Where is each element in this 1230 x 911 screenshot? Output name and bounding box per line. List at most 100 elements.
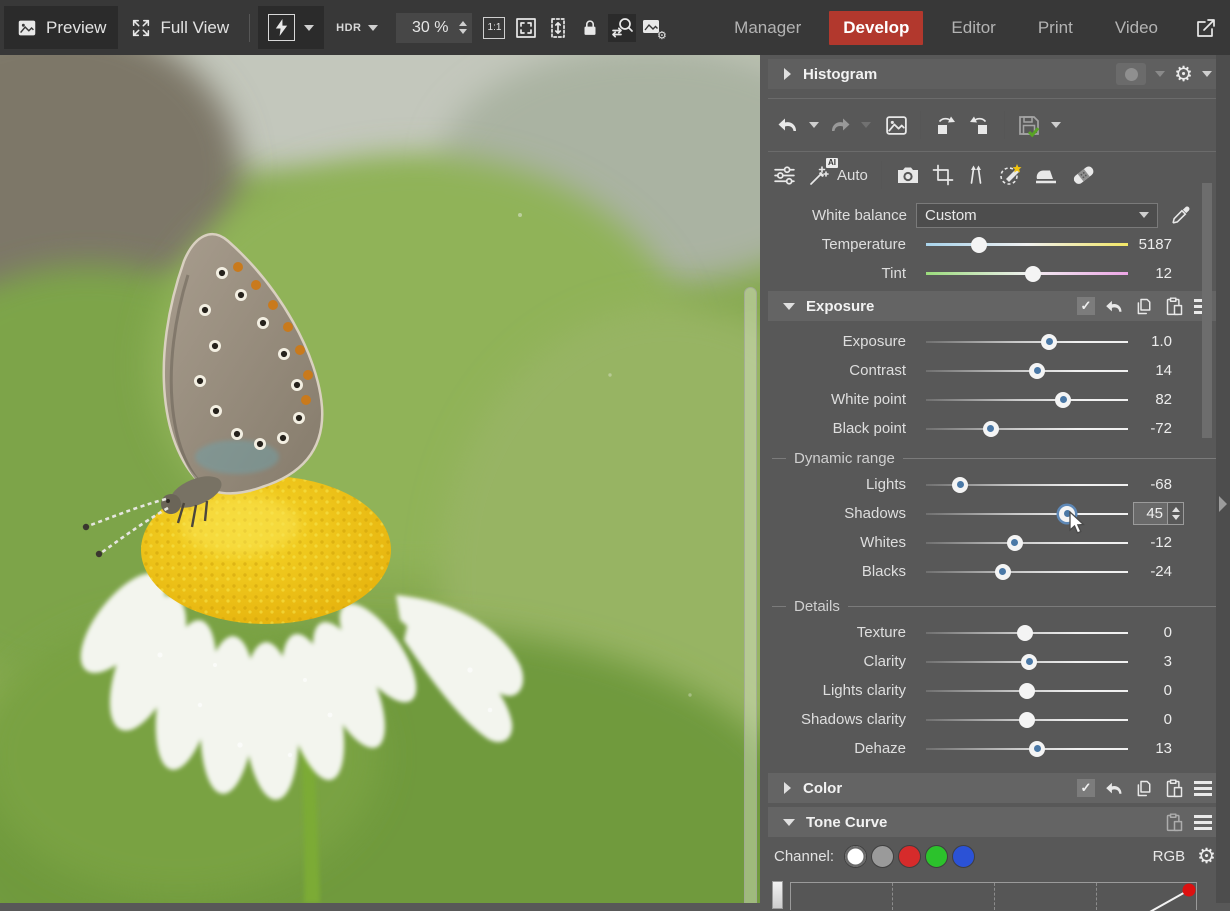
curve-plot[interactable] bbox=[790, 882, 1197, 910]
tone-curve-paste-icon[interactable] bbox=[1164, 812, 1185, 833]
shadows-value-spinbox[interactable]: 45 bbox=[1133, 502, 1184, 525]
panel-scrollbar[interactable] bbox=[1202, 183, 1212, 438]
ai-auto-enhance-button[interactable]: AI bbox=[807, 163, 831, 187]
color-paste-icon[interactable] bbox=[1164, 778, 1185, 799]
slider-track[interactable] bbox=[926, 683, 1128, 699]
slider-track[interactable] bbox=[926, 741, 1128, 757]
undo-button[interactable] bbox=[776, 113, 800, 137]
white-balance-dropdown[interactable]: Custom bbox=[916, 203, 1158, 228]
filter-brush-tool-icon[interactable] bbox=[997, 162, 1023, 188]
preview-settings-icon[interactable]: ⚙ bbox=[640, 14, 668, 42]
panel-collapse-rail[interactable] bbox=[1216, 55, 1230, 903]
overlay-caret-icon[interactable] bbox=[1155, 71, 1165, 77]
preview-button[interactable]: Preview bbox=[4, 6, 118, 49]
tone-curve-gear-icon[interactable]: ⚙ bbox=[1197, 846, 1216, 867]
exposure-enabled-checkbox[interactable]: ✓ bbox=[1077, 297, 1095, 315]
redo-button[interactable] bbox=[828, 113, 852, 137]
adjustments-tool-icon[interactable] bbox=[772, 163, 797, 188]
fit-height-button[interactable] bbox=[544, 14, 572, 42]
quick-edits-button[interactable] bbox=[258, 6, 324, 49]
undo-caret-icon[interactable] bbox=[809, 122, 819, 128]
slider-thumb[interactable] bbox=[1041, 334, 1057, 350]
slider-thumb[interactable] bbox=[971, 237, 987, 253]
zoom-level-control[interactable]: 30 % bbox=[396, 13, 472, 43]
channel-gray-button[interactable] bbox=[871, 845, 894, 868]
module-tab-develop[interactable]: Develop bbox=[829, 11, 923, 45]
color-copy-icon[interactable] bbox=[1134, 778, 1155, 799]
module-tab-editor[interactable]: Editor bbox=[937, 11, 1009, 45]
slider-thumb[interactable] bbox=[1029, 741, 1045, 757]
slider-track[interactable] bbox=[926, 535, 1128, 551]
slider-track[interactable] bbox=[926, 266, 1128, 282]
histogram-gear-icon[interactable]: ⚙ bbox=[1174, 64, 1193, 85]
slider-thumb[interactable] bbox=[1019, 712, 1035, 728]
slider-track[interactable] bbox=[926, 506, 1128, 522]
slider-thumb[interactable] bbox=[1025, 266, 1041, 282]
slider-thumb[interactable] bbox=[1017, 625, 1033, 641]
channel-red-button[interactable] bbox=[898, 845, 921, 868]
original-image-button[interactable] bbox=[884, 113, 909, 138]
slider-thumb[interactable] bbox=[1055, 392, 1071, 408]
slider-thumb[interactable] bbox=[995, 564, 1011, 580]
save-button[interactable] bbox=[1016, 112, 1042, 138]
color-reset-icon[interactable] bbox=[1104, 778, 1125, 799]
straighten-tool-icon[interactable] bbox=[965, 163, 987, 187]
slider-thumb[interactable] bbox=[983, 421, 999, 437]
lock-icon[interactable] bbox=[576, 14, 604, 42]
full-view-button[interactable]: Full View bbox=[118, 6, 241, 49]
rotate-right-button[interactable] bbox=[967, 112, 993, 138]
tone-curve-menu-icon[interactable] bbox=[1194, 815, 1212, 830]
slider-thumb[interactable] bbox=[1007, 535, 1023, 551]
redo-caret-icon[interactable] bbox=[861, 122, 871, 128]
overlay-circle-button[interactable] bbox=[1116, 63, 1146, 85]
exposure-paste-icon[interactable] bbox=[1164, 296, 1185, 317]
slider-track[interactable] bbox=[926, 477, 1128, 493]
slider-thumb[interactable] bbox=[1019, 683, 1035, 699]
color-section-header[interactable]: Color ✓ bbox=[768, 773, 1222, 803]
exposure-copy-icon[interactable] bbox=[1134, 296, 1155, 317]
slider-track[interactable] bbox=[926, 712, 1128, 728]
slider-track[interactable] bbox=[926, 363, 1128, 379]
channel-blue-button[interactable] bbox=[952, 845, 975, 868]
spinbox-stepper[interactable] bbox=[1167, 503, 1183, 524]
slider-thumb[interactable] bbox=[1029, 363, 1045, 379]
white-balance-eyedropper-icon[interactable] bbox=[1170, 204, 1192, 226]
slider-track[interactable] bbox=[926, 237, 1128, 253]
color-enabled-checkbox[interactable]: ✓ bbox=[1077, 779, 1095, 797]
zoom-stepper[interactable] bbox=[454, 21, 472, 34]
slider-track[interactable] bbox=[926, 392, 1128, 408]
iron-smooth-tool-icon[interactable] bbox=[1033, 162, 1060, 188]
color-menu-icon[interactable] bbox=[1194, 781, 1212, 796]
healing-bandaid-tool-icon[interactable] bbox=[1070, 162, 1097, 188]
slider-track[interactable] bbox=[926, 654, 1128, 670]
slider-track[interactable] bbox=[926, 421, 1128, 437]
channel-green-button[interactable] bbox=[925, 845, 948, 868]
zoom-1to1-button[interactable]: 1:1 bbox=[480, 14, 508, 42]
rotate-left-button[interactable] bbox=[932, 112, 958, 138]
crop-tool-icon[interactable] bbox=[931, 163, 955, 187]
fit-to-screen-button[interactable] bbox=[512, 14, 540, 42]
image-vertical-scrollbar[interactable] bbox=[744, 287, 757, 903]
exposure-section-header[interactable]: Exposure ✓ bbox=[768, 291, 1222, 321]
channel-white-button[interactable] bbox=[844, 845, 867, 868]
photo-preview-canvas[interactable] bbox=[0, 55, 760, 903]
exposure-reset-icon[interactable] bbox=[1104, 296, 1125, 317]
external-window-icon[interactable] bbox=[1192, 14, 1220, 42]
histogram-gear-caret-icon[interactable] bbox=[1202, 71, 1212, 77]
slider-track[interactable] bbox=[926, 625, 1128, 641]
tone-curve-editor[interactable] bbox=[760, 877, 1230, 910]
slider-thumb[interactable] bbox=[1021, 654, 1037, 670]
save-caret-icon[interactable] bbox=[1051, 122, 1061, 128]
camera-raw-tool-icon[interactable] bbox=[895, 162, 921, 188]
hdr-button[interactable]: HDR bbox=[324, 6, 390, 49]
module-tab-manager[interactable]: Manager bbox=[720, 11, 815, 45]
toolbar-separator bbox=[881, 161, 882, 189]
compare-zoom-button[interactable] bbox=[608, 14, 636, 42]
module-tab-print[interactable]: Print bbox=[1024, 11, 1087, 45]
slider-thumb[interactable] bbox=[952, 477, 968, 493]
module-tab-video[interactable]: Video bbox=[1101, 11, 1172, 45]
slider-track[interactable] bbox=[926, 334, 1128, 350]
tone-curve-section-header[interactable]: Tone Curve bbox=[768, 807, 1222, 837]
histogram-header[interactable]: Histogram ⚙ bbox=[768, 59, 1222, 89]
slider-track[interactable] bbox=[926, 564, 1128, 580]
